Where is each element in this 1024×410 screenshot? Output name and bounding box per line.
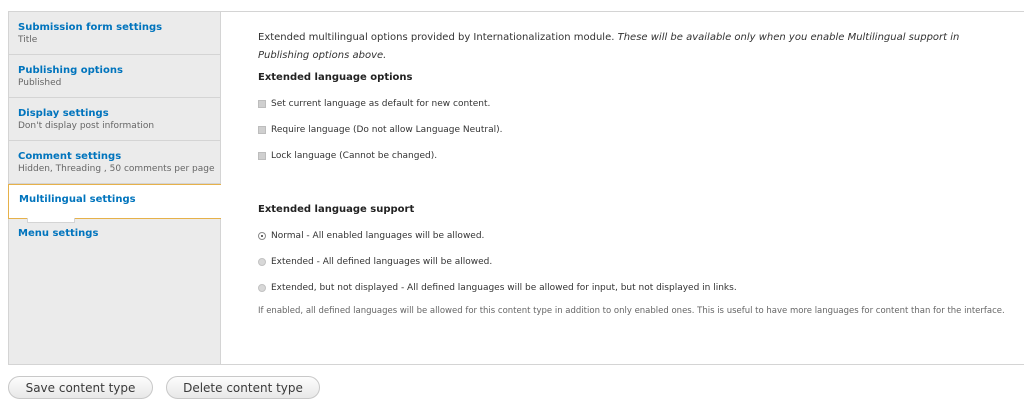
- tab-multilingual-settings[interactable]: Multilingual settings: [8, 184, 221, 223]
- extended-language-support-title: Extended language support: [258, 204, 415, 215]
- tab-menu-settings[interactable]: Menu settings: [9, 219, 220, 251]
- description-text: Extended multilingual options provided b…: [258, 32, 615, 43]
- radio-icon[interactable]: [258, 258, 266, 266]
- tab-title: Multilingual settings: [19, 194, 136, 205]
- checkbox-require-language[interactable]: Require language (Do not allow Language …: [258, 124, 1024, 150]
- checkbox-lock-language[interactable]: Lock language (Cannot be changed).: [258, 150, 1024, 176]
- radio-extended[interactable]: Extended - All defined languages will be…: [258, 256, 1024, 282]
- tab-summary: Don't display post information: [18, 121, 155, 131]
- checkbox-default-language[interactable]: Set current language as default for new …: [258, 98, 1024, 124]
- delete-content-type-button[interactable]: Delete content type: [166, 376, 320, 399]
- checkbox-icon[interactable]: [258, 152, 266, 160]
- radio-normal[interactable]: Normal - All enabled languages will be a…: [258, 230, 1024, 256]
- tab-summary: Title: [18, 35, 38, 45]
- tab-submission-form-settings[interactable]: Submission form settings Title: [9, 12, 220, 55]
- tab-title: Display settings: [18, 108, 109, 119]
- checkbox-icon[interactable]: [258, 100, 266, 108]
- radio-icon[interactable]: [258, 284, 266, 292]
- help-text: If enabled, all defined languages will b…: [258, 306, 1005, 316]
- tab-comment-settings[interactable]: Comment settings Hidden, Threading , 50 …: [9, 141, 220, 184]
- radio-label: Extended - All defined languages will be…: [271, 257, 493, 267]
- vertical-tabs-list: Submission form settings Title Publishin…: [8, 12, 221, 364]
- multilingual-settings-pane: Extended multilingual options provided b…: [222, 12, 1024, 364]
- tab-title: Submission form settings: [18, 22, 163, 33]
- tab-title: Menu settings: [18, 228, 99, 239]
- tab-summary: Published: [18, 78, 62, 88]
- tab-publishing-options[interactable]: Publishing options Published: [9, 55, 220, 98]
- radio-label: Normal - All enabled languages will be a…: [271, 231, 485, 241]
- checkbox-label: Set current language as default for new …: [271, 99, 491, 109]
- tab-title: Comment settings: [18, 151, 122, 162]
- radio-icon[interactable]: [258, 232, 266, 240]
- checkbox-label: Lock language (Cannot be changed).: [271, 151, 438, 161]
- checkbox-icon[interactable]: [258, 126, 266, 134]
- pane-description: Extended multilingual options provided b…: [258, 29, 978, 65]
- tab-display-settings[interactable]: Display settings Don't display post info…: [9, 98, 220, 141]
- tab-title: Publishing options: [18, 65, 123, 76]
- vertical-tabs: Submission form settings Title Publishin…: [8, 11, 1024, 365]
- save-content-type-button[interactable]: Save content type: [8, 376, 153, 399]
- checkbox-label: Require language (Do not allow Language …: [271, 125, 503, 135]
- extended-language-options-title: Extended language options: [258, 72, 413, 83]
- radio-label: Extended, but not displayed - All define…: [271, 283, 737, 293]
- tab-summary: Hidden, Threading , 50 comments per page: [18, 164, 215, 174]
